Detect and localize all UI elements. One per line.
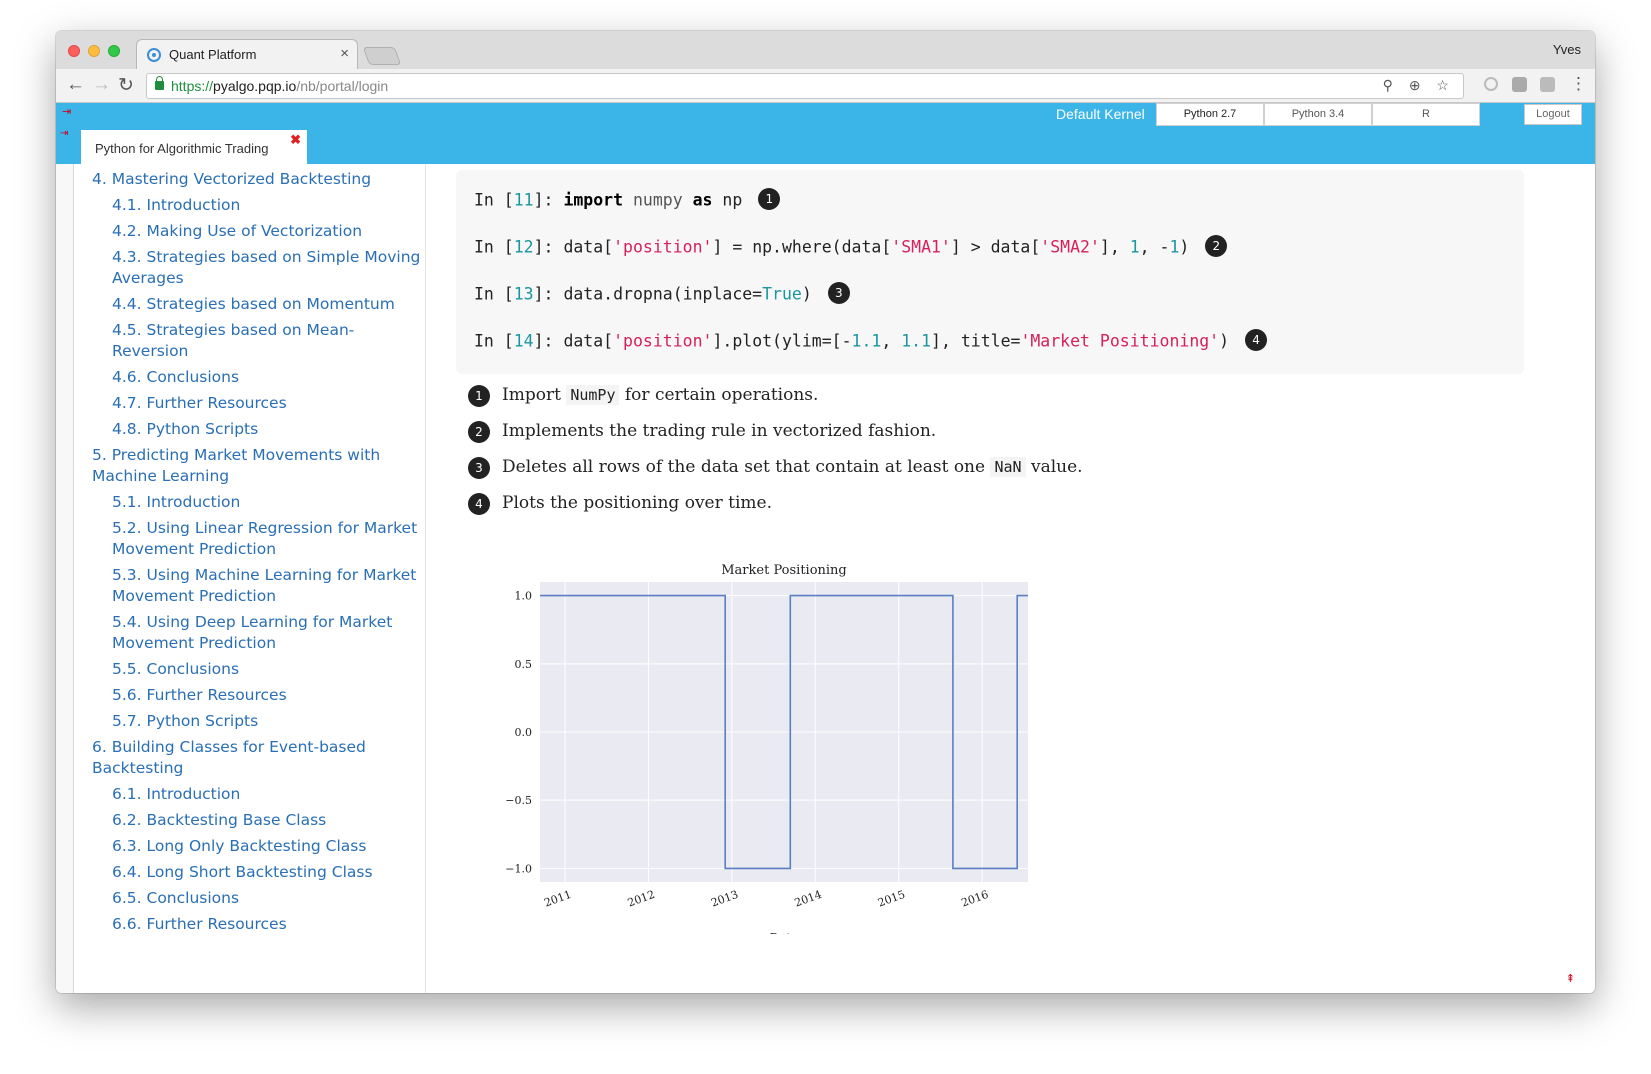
extension-icon[interactable] [1512,77,1527,92]
default-kernel-label: Default Kernel [1056,106,1145,122]
toc-item[interactable]: 6.4. Long Short Backtesting Class [92,862,425,883]
browser-tab[interactable]: Quant Platform × [136,39,358,69]
close-tab-icon[interactable]: × [340,45,349,62]
content-area: 4. Mastering Vectorized Backtesting 4.1. … [56,164,1595,993]
reload-icon[interactable]: ↻ [118,74,134,97]
kernel-python27-button[interactable]: Python 2.7 [1156,103,1264,126]
x-axis-label: Date [770,931,799,934]
close-notebook-icon[interactable]: ✖ [290,132,301,148]
notebook-tab[interactable]: Python for Algorithmic Trading ✖ [81,130,307,164]
y-tick-label: 0.0 [515,726,533,739]
kernel-r-button[interactable]: R [1372,103,1480,126]
y-tick-label: 0.5 [515,658,533,671]
app-top-bar: ⇥ Default Kernel Python 2.7 Python 3.4 R… [56,103,1595,126]
x-tick-label: 2013 [709,888,740,910]
toc-item[interactable]: 6.6. Further Resources [92,914,425,935]
x-tick-label: 2015 [876,888,907,910]
callout-icon: 4 [468,493,490,515]
profile-name[interactable]: Yves [1553,42,1581,57]
code-block: In [11]: import numpy as np 1 In [12]: da… [456,170,1524,374]
toc-item[interactable]: 4.3. Strategies based on Simple Moving A… [92,247,425,289]
tab-strip: Quant Platform × Yves [56,31,1595,69]
callout-3-icon: 3 [827,282,850,304]
toc-item[interactable]: 5.5. Conclusions [92,659,425,680]
callout-icon: 2 [468,421,490,443]
back-icon[interactable]: ← [66,74,85,96]
callout-icon: 1 [468,385,490,407]
address-bar[interactable]: https://pyalgo.pqp.io/nb/portal/login ⚲ … [146,73,1464,99]
logout-button[interactable]: Logout [1524,104,1582,125]
notebook-main: In [11]: import numpy as np 1 In [12]: da… [426,164,1595,993]
toc-item[interactable]: 4.7. Further Resources [92,393,425,414]
address-toolbar: ← → ↻ https://pyalgo.pqp.io/nb/portal/lo… [56,69,1595,103]
scroll-top-icon[interactable]: ⇞ [1566,972,1575,985]
browser-tab-title: Quant Platform [169,47,257,62]
code-line: In [14]: data['position'].plot(ylim=[-1.… [474,329,1268,353]
toc-item[interactable]: 6.3. Long Only Backtesting Class [92,836,425,857]
toc-sidebar: 4. Mastering Vectorized Backtesting 4.1. … [74,164,426,993]
toc-item[interactable]: 6.1. Introduction [92,784,425,805]
extension-icon[interactable] [1484,77,1498,91]
x-tick-label: 2012 [626,888,657,910]
toc-item[interactable]: 5.6. Further Resources [92,685,425,706]
maximize-window-button[interactable] [108,45,120,57]
toc-item[interactable]: 4.4. Strategies based on Momentum [92,294,425,315]
url-text: https://pyalgo.pqp.io/nb/portal/login [171,78,389,94]
notebook-tab-row: ⇥ Python for Algorithmic Trading ✖ [56,126,1595,164]
chart-title: Market Positioning [721,563,847,578]
toc-item[interactable]: 4.5. Strategies based on Mean-Reversion [92,320,425,362]
toc-item[interactable]: 4.6. Conclusions [92,367,425,388]
toc-item[interactable]: 5. Predicting Market Movements with Mach… [92,445,425,487]
code-line: In [13]: data.dropna(inplace=True) 3 [474,282,850,306]
callout-4-icon: 4 [1245,329,1268,351]
toc-item[interactable]: 6. Building Classes for Event-based Back… [92,737,425,779]
minimize-window-button[interactable] [88,45,100,57]
toc-list: 4. Mastering Vectorized Backtesting 4.1. … [74,164,425,935]
code-line: In [12]: data['position'] = np.where(dat… [474,235,1228,259]
toc-item[interactable]: 5.1. Introduction [92,492,425,513]
y-tick-label: 1.0 [515,590,533,603]
toc-item[interactable]: 6.2. Backtesting Base Class [92,810,425,831]
lock-icon [155,76,164,90]
browser-window: Quant Platform × Yves ← → ↻ https://pyal… [56,31,1595,993]
kernel-python34-button[interactable]: Python 3.4 [1264,103,1372,126]
toc-item[interactable]: 5.3. Using Machine Learning for Market M… [92,565,425,607]
toc-item[interactable]: 5.4. Using Deep Learning for Market Move… [92,612,425,654]
market-positioning-chart: 1.0 0.5 0.0 −0.5 −1.0 2011 2012 2013 2014 2015 201… [505,563,1028,934]
code-line: In [11]: import numpy as np 1 [474,188,781,212]
collapse-icon[interactable]: ⇥ [60,128,68,139]
new-tab-button[interactable] [362,47,402,65]
extension-icon[interactable] [1540,77,1555,92]
y-tick-label: −0.5 [505,794,532,807]
callout-1-icon: 1 [758,188,781,210]
x-tick-label: 2014 [793,888,824,910]
toc-item[interactable]: 4.2. Making Use of Vectorization [92,221,425,242]
notebook-tab-label: Python for Algorithmic Trading [95,141,269,156]
forward-icon[interactable]: → [92,74,111,96]
toc-item[interactable]: 4.1. Introduction [92,195,425,216]
y-tick-label: −1.0 [505,862,532,875]
favicon-icon [147,48,161,62]
pin-icon[interactable]: ⇥ [62,105,71,118]
toc-item[interactable]: 5.7. Python Scripts [92,711,425,732]
toc-item[interactable]: 6.5. Conclusions [92,888,425,909]
url-actions-icon[interactable]: ⚲ ⊕ ☆ [1383,77,1455,94]
close-window-button[interactable] [68,45,80,57]
toc-item[interactable]: 4.8. Python Scripts [92,419,425,440]
x-tick-label: 2011 [542,888,573,910]
toc-item[interactable]: 5.2. Using Linear Regression for Market … [92,518,425,560]
x-tick-label: 2016 [960,888,991,910]
callout-2-icon: 2 [1205,235,1228,257]
callout-icon: 3 [468,457,490,479]
menu-icon[interactable]: ⋮ [1570,74,1587,94]
left-gutter [56,164,74,993]
toc-item[interactable]: 4. Mastering Vectorized Backtesting [92,169,425,190]
